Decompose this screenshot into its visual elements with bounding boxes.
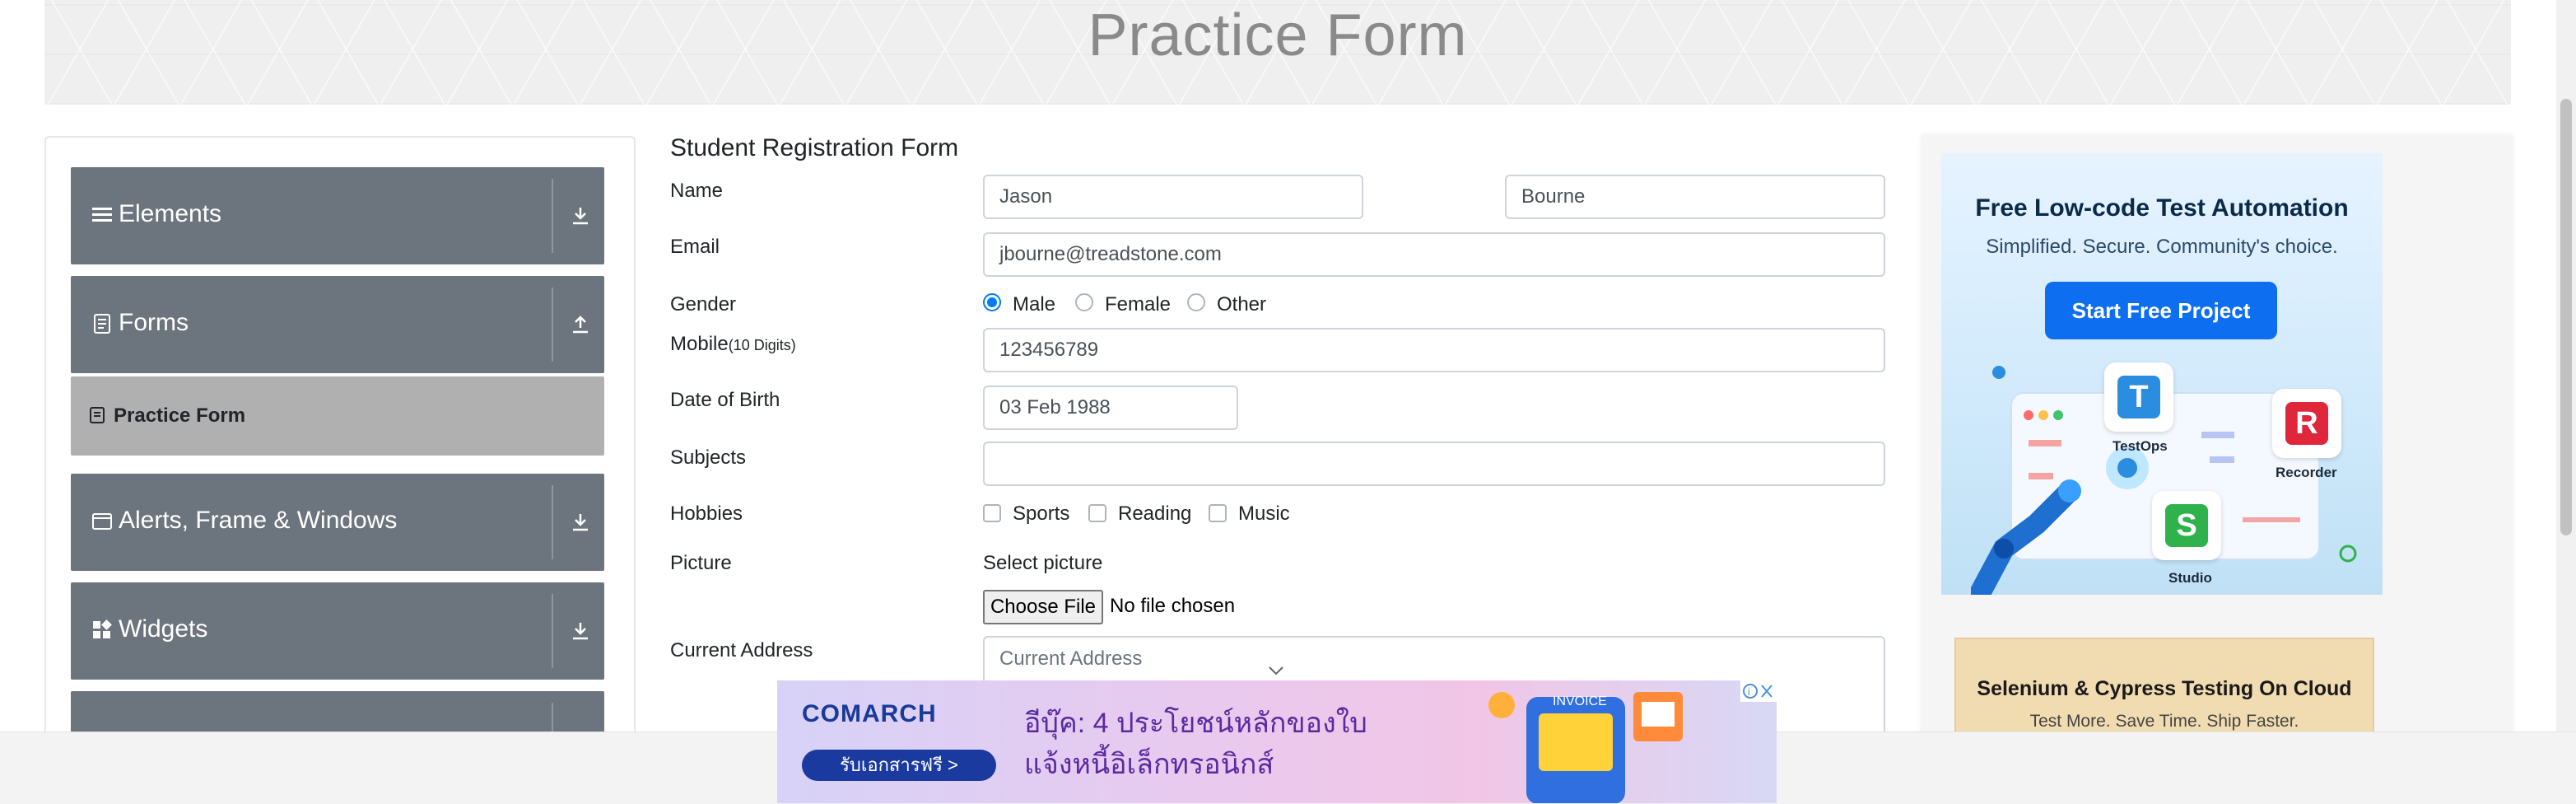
document-icon <box>94 314 110 334</box>
name-label: Name <box>670 180 724 202</box>
subjects-label: Subjects <box>670 446 747 469</box>
download-arrow-icon <box>573 623 588 640</box>
recorder-tile: R <box>2272 389 2341 458</box>
form-icon <box>90 407 105 423</box>
left-panel: Elements Forms Practice Form Alerts, Fra… <box>44 136 636 749</box>
upload-arrow-icon <box>573 316 588 334</box>
hobby-reading-label[interactable]: Reading <box>1118 502 1191 526</box>
form-title: Student Registration Form <box>670 134 959 161</box>
hobby-sports-checkbox[interactable] <box>983 504 1001 522</box>
mobile-label: Mobile(10 Digits) <box>670 333 796 356</box>
gender-male-radio[interactable] <box>983 293 1001 311</box>
hobby-reading-checkbox[interactable] <box>1088 504 1106 522</box>
divider <box>552 287 553 362</box>
sidebar-group-label: Forms <box>119 309 189 336</box>
hobbies-label: Hobbies <box>670 502 743 525</box>
ad-brand-logo: COMARCH <box>802 700 937 727</box>
choose-file-button[interactable]: Choose File <box>983 590 1103 624</box>
sidebar-group-alerts[interactable]: Alerts, Frame & Windows <box>71 474 604 571</box>
robot-arm-illustration <box>1971 479 2081 595</box>
subjects-input[interactable] <box>983 442 1885 486</box>
invoice-text: INVOICE <box>1553 694 1607 708</box>
mobile-hint: (10 Digits) <box>728 337 796 353</box>
hobby-sports-label[interactable]: Sports <box>1013 502 1069 526</box>
first-name-input[interactable]: Jason <box>983 175 1363 219</box>
secondary-ad-subtitle: Test More. Save Time. Ship Faster. <box>2029 712 2299 731</box>
invoice-illustration: INVOICE <box>1488 692 1683 803</box>
testops-label: TestOps <box>2113 438 2168 454</box>
select-picture-label: Select picture <box>983 552 1103 574</box>
gender-label: Gender <box>670 293 737 316</box>
svg-text:i: i <box>1748 686 1750 698</box>
recorder-logo-icon: R <box>2285 402 2328 445</box>
sidebar-item-practice-form[interactable]: Practice Form <box>71 376 604 456</box>
ring-decoration <box>2339 545 2357 563</box>
picture-label: Picture <box>670 552 732 574</box>
sidebar-group-elements[interactable]: Elements <box>71 167 604 264</box>
sidebar-group-label: Widgets <box>119 615 208 643</box>
gender-female-radio[interactable] <box>1075 293 1093 311</box>
ad-info-close-icon[interactable]: i <box>1740 680 1777 702</box>
file-status: No file chosen <box>1110 595 1236 617</box>
dob-input[interactable]: 03 Feb 1988 <box>983 386 1238 430</box>
chevron-down-icon <box>1269 666 1283 675</box>
page-title: Practice Form <box>1088 2 1468 68</box>
header-banner: Practice Form <box>44 0 2511 105</box>
download-arrow-icon <box>573 208 588 225</box>
email-input[interactable]: jbourne@treadstone.com <box>983 232 1885 277</box>
right-ad-banner[interactable]: Free Low-code Test Automation Simplified… <box>1941 153 2383 595</box>
start-free-project-button[interactable]: Start Free Project <box>2045 282 2277 339</box>
hamburger-icon <box>92 208 112 222</box>
ad-subtitle: Simplified. Secure. Community's choice. <box>1986 236 2338 258</box>
gender-other-label[interactable]: Other <box>1217 293 1266 316</box>
email-label: Email <box>670 236 720 258</box>
last-name-input[interactable]: Bourne <box>1505 175 1885 219</box>
download-arrow-icon <box>573 514 588 531</box>
dob-label: Date of Birth <box>670 389 780 411</box>
testops-tile: T <box>2104 362 2173 432</box>
hobby-music-label[interactable]: Music <box>1238 502 1290 526</box>
dot-decoration <box>1992 366 2005 379</box>
mobile-label-text: Mobile <box>670 333 729 355</box>
ad-headline-line2: แจ้งหนี้อิเล็กทรอนิกส์ <box>1024 749 1274 780</box>
bottom-ad-banner[interactable]: COMARCH รับเอกสารฟรี > อีบุ๊ค: 4 ประโยชน… <box>777 680 1777 803</box>
divider <box>552 179 553 253</box>
sidebar-group-label: Elements <box>119 200 222 227</box>
sidebar-group-forms[interactable]: Forms <box>71 276 604 373</box>
sidebar-item-label: Practice Form <box>114 404 246 427</box>
secondary-ad-title: Selenium & Cypress Testing On Cloud <box>1977 677 2352 700</box>
ad-title: Free Low-code Test Automation <box>1975 194 2349 222</box>
sidebar-group-widgets[interactable]: Widgets <box>71 582 604 680</box>
sidebar-group-label: Alerts, Frame & Windows <box>119 507 398 534</box>
scrollbar-thumb[interactable] <box>2560 99 2572 535</box>
gender-male-label[interactable]: Male <box>1013 293 1055 316</box>
window-icon <box>92 513 112 530</box>
studio-label: Studio <box>2168 570 2212 586</box>
divider <box>552 594 553 668</box>
recorder-label: Recorder <box>2276 465 2337 480</box>
testops-logo-icon: T <box>2117 376 2160 418</box>
studio-logo-icon: S <box>2165 504 2208 547</box>
vertical-scrollbar[interactable] <box>2556 0 2576 733</box>
ad-headline-line1: อีบุ๊ค: 4 ประโยชน์หลักของใบ <box>1024 708 1367 739</box>
address-label: Current Address <box>670 639 813 661</box>
divider <box>552 485 553 559</box>
mobile-input[interactable]: 123456789 <box>983 328 1885 372</box>
gender-female-label[interactable]: Female <box>1105 293 1171 316</box>
widgets-icon <box>93 619 112 638</box>
gender-other-radio[interactable] <box>1187 293 1205 311</box>
studio-tile: S <box>2152 491 2221 560</box>
hobby-music-checkbox[interactable] <box>1209 504 1227 522</box>
ad-download-button[interactable]: รับเอกสารฟรี > <box>802 750 996 781</box>
